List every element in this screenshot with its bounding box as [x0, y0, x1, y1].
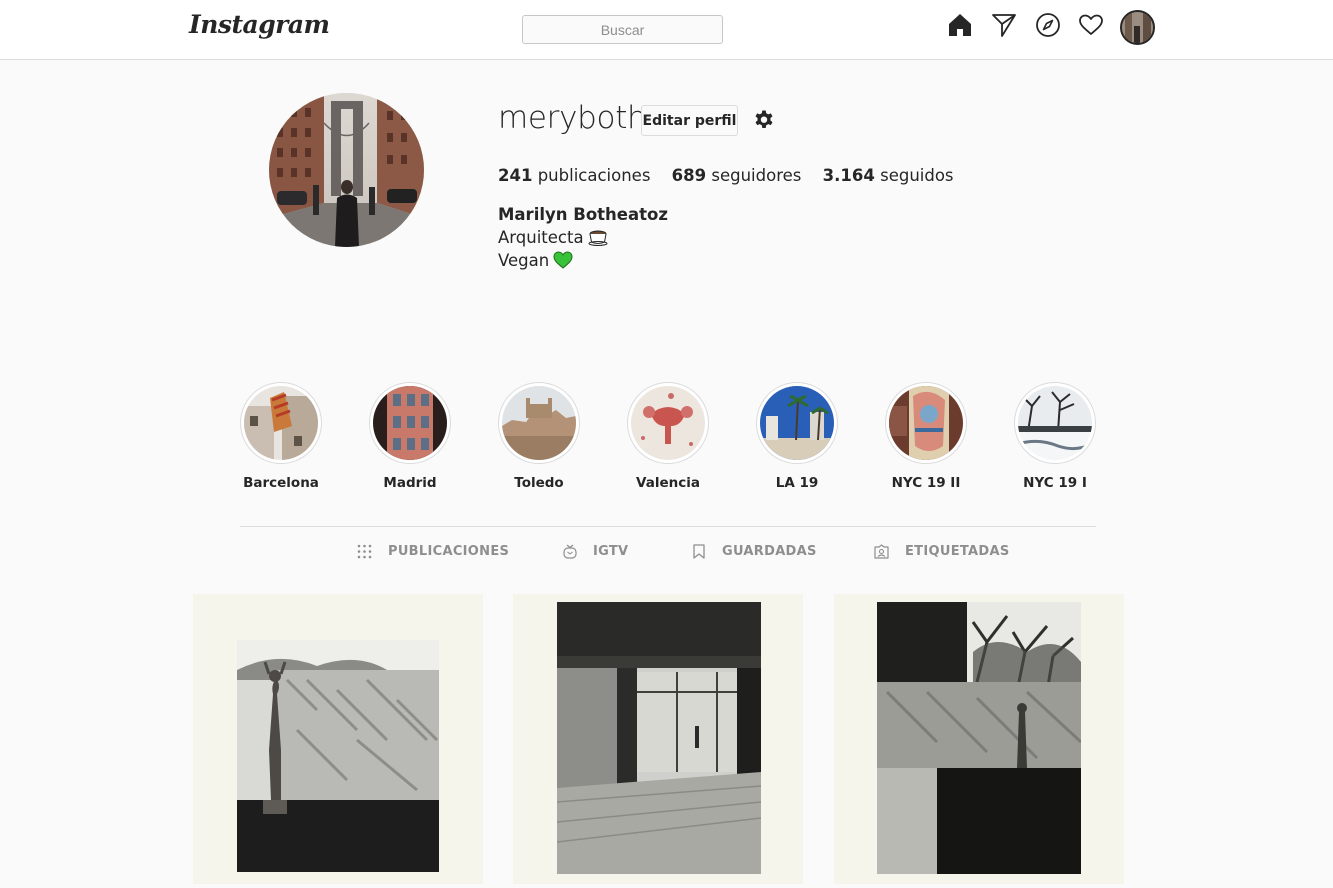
settings-gear-icon[interactable]	[752, 109, 776, 133]
profile-username: meryboth	[498, 100, 647, 136]
top-navigation-bar: Instagram	[0, 0, 1333, 60]
tagged-icon	[874, 544, 889, 559]
profile-stats: 241 publicaciones 689 seguidores 3.164 s…	[498, 166, 970, 185]
post-thumbnail[interactable]	[193, 594, 483, 884]
tab-publicaciones[interactable]: PUBLICACIONES	[357, 544, 509, 559]
highlight-thumbnail	[889, 386, 963, 460]
highlight-label: Toledo	[514, 475, 564, 491]
highlight-label: NYC 19 I	[1023, 475, 1087, 491]
activity-heart-icon[interactable]	[1078, 12, 1104, 38]
highlight-label: LA 19	[775, 475, 819, 491]
bio-line: Vegan	[498, 251, 573, 270]
home-icon[interactable]	[947, 12, 973, 38]
bio-line: Arquitecta	[498, 228, 608, 247]
highlight-thumbnail	[760, 386, 834, 460]
posts-count: 241 publicaciones	[498, 166, 651, 185]
highlight-nyc-19-i[interactable]: NYC 19 I	[1005, 382, 1105, 491]
highlight-la-19[interactable]: LA 19	[747, 382, 847, 491]
tabs-divider	[240, 526, 1096, 527]
highlight-madrid[interactable]: Madrid	[360, 382, 460, 491]
highlight-nyc-19-ii[interactable]: NYC 19 II	[876, 382, 976, 491]
highlight-thumbnail	[631, 386, 705, 460]
green-heart-icon	[553, 251, 573, 269]
coffee-icon	[588, 230, 608, 246]
highlight-valencia[interactable]: Valencia	[618, 382, 718, 491]
grid-icon	[357, 544, 372, 559]
highlight-thumbnail	[373, 386, 447, 460]
following-count[interactable]: 3.164 seguidos	[823, 166, 954, 185]
post-photo	[877, 602, 1081, 874]
bookmark-icon	[693, 544, 705, 559]
highlight-label: Barcelona	[243, 475, 319, 491]
post-thumbnail[interactable]	[834, 594, 1124, 884]
tab-etiquetadas[interactable]: ETIQUETADAS	[874, 544, 1010, 559]
highlight-label: Valencia	[636, 475, 700, 491]
highlight-thumbnail	[502, 386, 576, 460]
instagram-logo[interactable]: Instagram	[189, 10, 330, 39]
search-input[interactable]	[522, 15, 723, 44]
tab-igtv[interactable]: IGTV	[563, 544, 628, 559]
direct-icon[interactable]	[991, 12, 1017, 38]
highlight-barcelona[interactable]: Barcelona	[231, 382, 331, 491]
post-photo	[237, 640, 439, 872]
highlight-thumbnail	[244, 386, 318, 460]
highlight-label: NYC 19 II	[891, 475, 961, 491]
explore-icon[interactable]	[1035, 12, 1061, 38]
highlight-thumbnail	[1018, 386, 1092, 460]
profile-full-name: Marilyn Botheatoz	[498, 205, 668, 224]
tab-guardadas[interactable]: GUARDADAS	[692, 544, 817, 559]
igtv-icon	[563, 544, 577, 559]
highlight-toledo[interactable]: Toledo	[489, 382, 589, 491]
highlight-label: Madrid	[383, 475, 437, 491]
profile-avatar[interactable]	[1120, 10, 1155, 45]
post-photo	[557, 602, 761, 874]
post-thumbnail[interactable]	[513, 594, 803, 884]
followers-count[interactable]: 689 seguidores	[672, 166, 802, 185]
edit-profile-button[interactable]: Editar perfil	[641, 105, 738, 136]
profile-picture[interactable]	[269, 93, 424, 247]
